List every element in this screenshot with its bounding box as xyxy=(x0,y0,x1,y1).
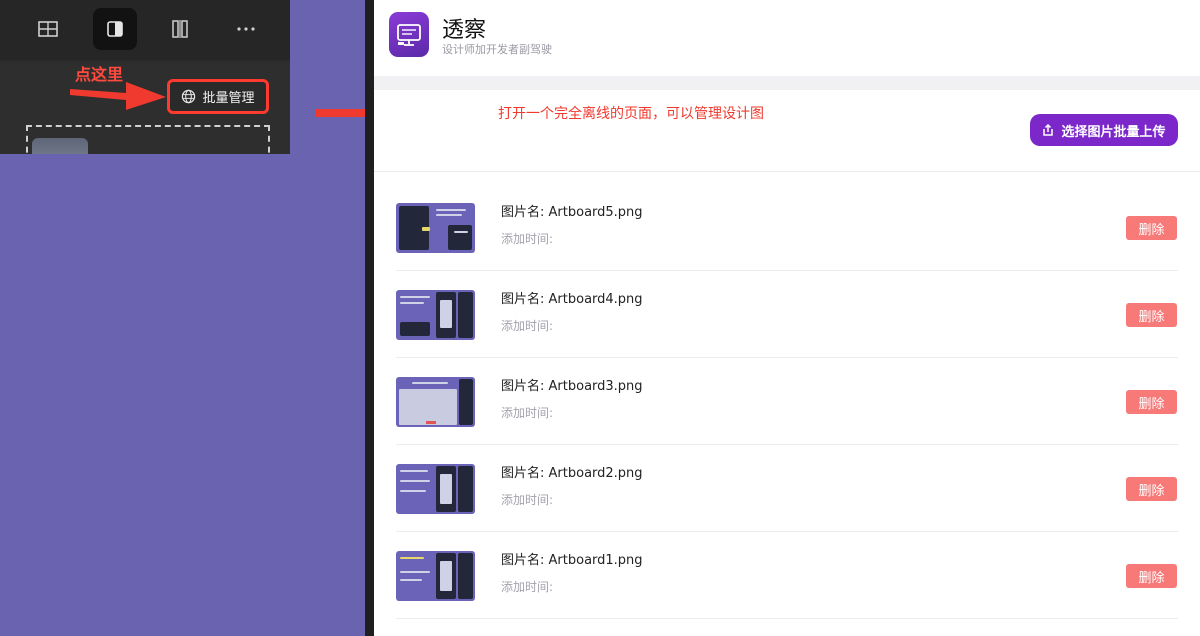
panel-divider xyxy=(365,0,374,636)
image-thumbnail[interactable] xyxy=(396,377,475,427)
image-name: 图片名: Artboard2.png xyxy=(501,466,643,481)
batch-manage-button[interactable]: 批量管理 xyxy=(167,79,269,114)
globe-icon xyxy=(182,89,196,104)
delete-button[interactable]: 删除 xyxy=(1126,390,1177,414)
delete-button[interactable]: 删除 xyxy=(1126,216,1177,240)
batch-upload-button[interactable]: 选择图片批量上传 xyxy=(1030,114,1178,146)
list-item: 图片名: Artboard5.png 添加时间: 删除 xyxy=(396,184,1178,271)
delete-button[interactable]: 删除 xyxy=(1126,564,1177,588)
image-thumbnail[interactable] xyxy=(396,464,475,514)
image-name: 图片名: Artboard1.png xyxy=(501,553,643,568)
list-item: 图片名: Artboard4.png 添加时间: 删除 xyxy=(396,271,1178,358)
image-list: 图片名: Artboard5.png 添加时间: 删除 图片名: Artboar… xyxy=(396,184,1178,619)
grid-view-button[interactable] xyxy=(26,8,70,50)
app-subtitle: 设计师加开发者副驾驶 xyxy=(442,43,552,56)
monitor-icon xyxy=(397,23,421,46)
panel-icon xyxy=(107,21,123,37)
grid-icon xyxy=(38,21,58,37)
header-separator xyxy=(374,76,1200,90)
list-item: 图片名: Artboard2.png 添加时间: 删除 xyxy=(396,445,1178,532)
app-window: 透察 设计师加开发者副驾驶 打开一个完全离线的页面，可以管理设计图 选择图片批量… xyxy=(374,0,1200,636)
upload-icon xyxy=(1043,123,1054,136)
plugin-toolbar xyxy=(0,0,290,60)
list-item: 图片名: Artboard1.png 添加时间: 删除 xyxy=(396,532,1178,619)
hint-text: 打开一个完全离线的页面，可以管理设计图 xyxy=(498,106,764,122)
image-thumbnail[interactable] xyxy=(396,203,475,253)
batch-manage-label: 批量管理 xyxy=(202,91,255,106)
list-item: 图片名: Artboard3.png 添加时间: 删除 xyxy=(396,358,1178,445)
image-name: 图片名: Artboard3.png xyxy=(501,379,643,394)
plugin-panel xyxy=(0,0,290,154)
more-button[interactable] xyxy=(224,8,268,50)
image-thumbnail[interactable] xyxy=(396,551,475,601)
toolbar-separator xyxy=(374,171,1200,172)
image-thumbnail[interactable] xyxy=(32,138,88,154)
added-time: 添加时间: xyxy=(501,580,554,594)
split-view-button[interactable] xyxy=(158,8,202,50)
added-time: 添加时间: xyxy=(501,406,554,420)
image-name: 图片名: Artboard4.png xyxy=(501,292,643,307)
delete-button[interactable]: 删除 xyxy=(1126,477,1177,501)
delete-button[interactable]: 删除 xyxy=(1126,303,1177,327)
arrow-right-icon xyxy=(70,82,166,110)
app-logo xyxy=(389,12,429,57)
image-thumbnail[interactable] xyxy=(396,290,475,340)
added-time: 添加时间: xyxy=(501,319,554,333)
image-name: 图片名: Artboard5.png xyxy=(501,205,643,220)
added-time: 添加时间: xyxy=(501,232,554,246)
app-header: 透察 设计师加开发者副驾驶 xyxy=(374,0,1200,76)
panel-view-button[interactable] xyxy=(93,8,137,50)
app-title: 透察 xyxy=(442,18,487,43)
batch-upload-label: 选择图片批量上传 xyxy=(1061,123,1166,139)
added-time: 添加时间: xyxy=(501,493,554,507)
more-icon xyxy=(237,27,255,31)
split-icon xyxy=(172,20,188,38)
